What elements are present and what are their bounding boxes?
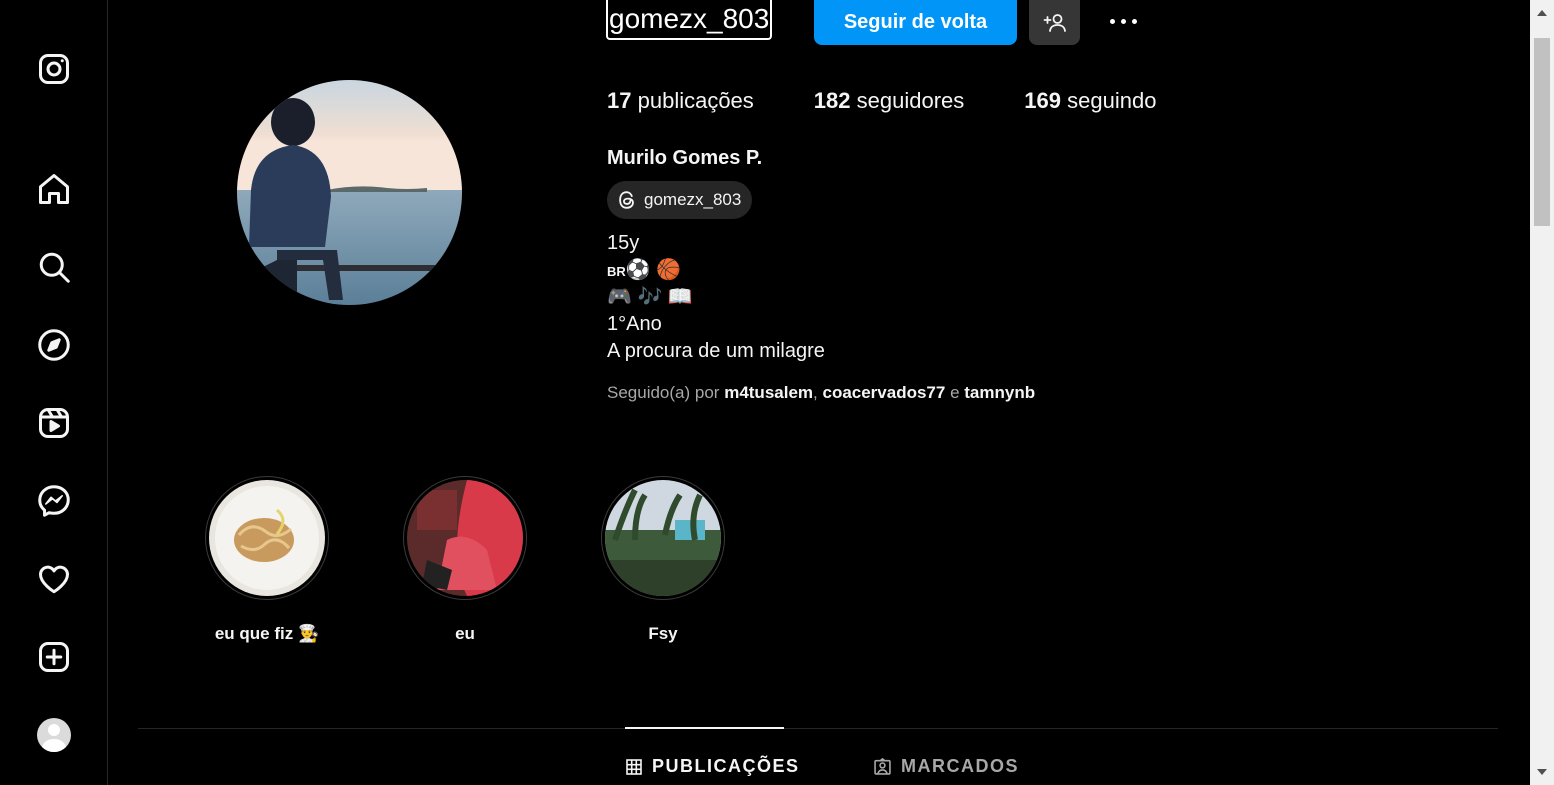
followed-by[interactable]: Seguido(a) por m4tusalem, coacervados77 …	[607, 383, 1035, 403]
reels-icon[interactable]	[32, 401, 76, 445]
highlight-label: eu que fiz 👨‍🍳	[214, 624, 320, 643]
bio-school-year: 1°Ano	[607, 313, 662, 335]
profile-picture[interactable]	[237, 80, 462, 305]
profile-stats: 17 publicações 182 seguidores 169 seguin…	[607, 88, 1216, 114]
highlight-label: Fsy	[648, 624, 678, 643]
scroll-down-arrow-icon[interactable]	[1537, 769, 1547, 775]
highlight-label: eu	[455, 624, 475, 643]
sidebar	[0, 0, 108, 785]
followers-link[interactable]: 182 seguidores	[814, 88, 964, 114]
story-highlight[interactable]: eu	[385, 476, 545, 644]
tabs-divider	[138, 728, 1498, 729]
follow-back-button[interactable]: Seguir de volta	[814, 0, 1017, 45]
more-icon	[1109, 18, 1115, 24]
mutual-user-link[interactable]: tamnynb	[964, 383, 1035, 402]
mutual-user-link[interactable]: m4tusalem	[724, 383, 813, 402]
following-link[interactable]: 169 seguindo	[1024, 88, 1156, 114]
threads-handle: gomezx_803	[644, 190, 742, 209]
scroll-up-arrow-icon[interactable]	[1537, 10, 1547, 16]
highlight-cover	[209, 480, 325, 596]
story-highlight[interactable]: eu que fiz 👨‍🍳	[187, 476, 347, 644]
more-options-button[interactable]	[1101, 6, 1145, 36]
threads-icon	[619, 191, 634, 209]
avatar	[37, 718, 71, 752]
instagram-logo-icon[interactable]	[32, 47, 76, 91]
add-user-icon	[1043, 13, 1066, 32]
search-icon[interactable]	[32, 245, 76, 289]
active-tab-indicator	[625, 727, 784, 729]
threads-badge[interactable]: gomezx_803	[607, 181, 753, 219]
tab-posts[interactable]: PUBLICAÇÕES	[626, 756, 800, 777]
bio-age: 15y	[607, 232, 640, 254]
mutual-user-link[interactable]: coacervados77	[822, 383, 945, 402]
highlight-cover	[605, 480, 721, 596]
scroll-thumb[interactable]	[1534, 38, 1550, 226]
profile-full-name: Murilo Gomes P.	[607, 147, 763, 169]
highlight-cover	[407, 480, 523, 596]
story-highlight[interactable]: Fsy	[583, 476, 743, 644]
profile-avatar[interactable]	[32, 713, 76, 757]
heart-icon[interactable]	[32, 557, 76, 601]
tab-tagged[interactable]: MARCADOS	[874, 756, 1019, 777]
home-icon[interactable]	[32, 167, 76, 211]
page-scrollbar[interactable]	[1530, 0, 1554, 785]
profile-bio: 15y BR⚽ 🏀 🎮 🎶 📖 1°Ano A procura de um mi…	[607, 230, 825, 365]
bio-hobbies: 🎮 🎶 📖	[607, 286, 693, 308]
create-icon[interactable]	[32, 635, 76, 679]
bio-quote: A procura de um milagre	[607, 340, 825, 362]
profile-username[interactable]: gomezx_803	[606, 0, 773, 40]
grid-icon	[626, 758, 642, 775]
messenger-icon[interactable]	[32, 479, 76, 523]
posts-count: 17 publicações	[607, 88, 754, 113]
bio-interests: BR⚽ 🏀	[607, 259, 682, 281]
suggested-users-button[interactable]	[1029, 0, 1080, 45]
explore-icon[interactable]	[32, 323, 76, 367]
tagged-icon	[874, 758, 891, 775]
